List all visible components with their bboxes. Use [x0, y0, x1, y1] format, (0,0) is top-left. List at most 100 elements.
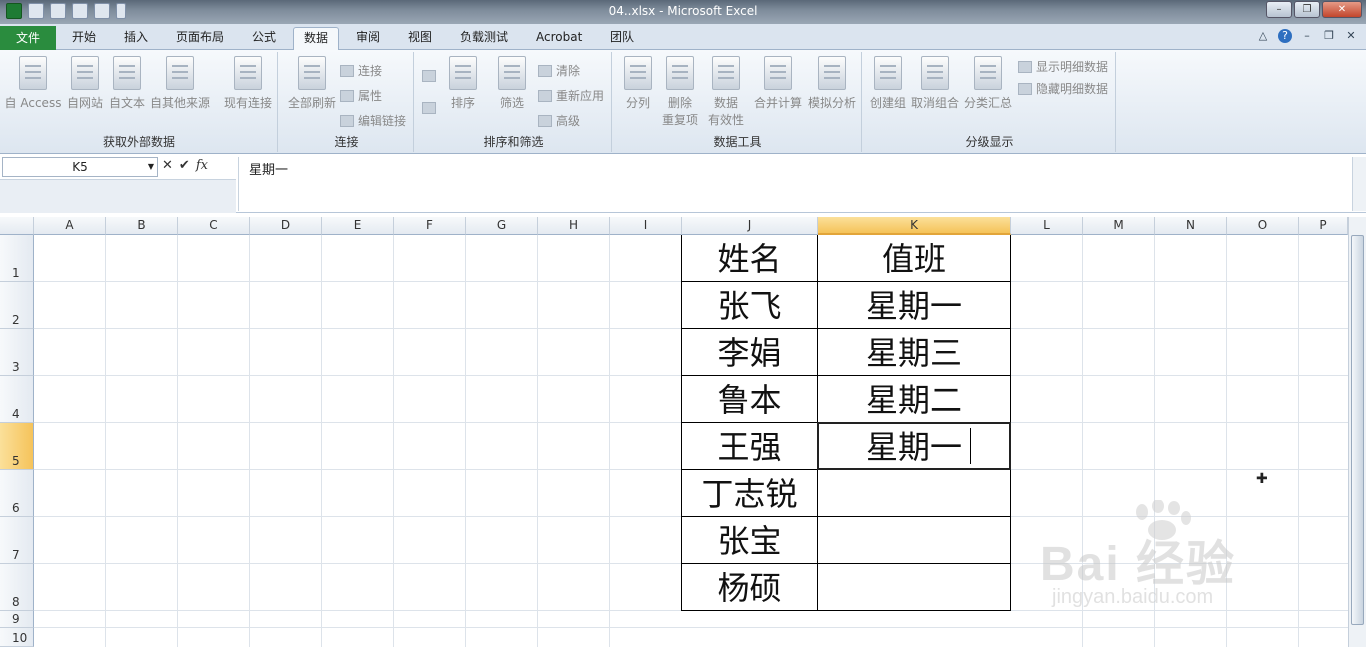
remove-duplicates-button[interactable]: 删除 重复项	[660, 54, 700, 128]
edit-links-button[interactable]: 编辑链接	[340, 112, 406, 129]
cell-k3[interactable]: 星期三	[818, 331, 1010, 375]
row-header-8[interactable]: 8	[0, 564, 34, 611]
tab-data[interactable]: 数据	[293, 27, 340, 51]
name-box-dropdown-icon[interactable]: ▼	[148, 158, 154, 176]
tab-acrobat[interactable]: Acrobat	[526, 27, 592, 50]
tab-view[interactable]: 视图	[398, 27, 442, 50]
tab-load-test[interactable]: 负载测试	[450, 27, 518, 50]
consolidate-button[interactable]: 合并计算	[752, 54, 804, 111]
formula-bar-expand-scroll[interactable]	[1352, 157, 1366, 211]
clear-filter-button[interactable]: 清除	[538, 62, 580, 79]
cell-k1[interactable]: 值班	[818, 237, 1010, 281]
cell-k8[interactable]	[818, 566, 1010, 610]
close-button[interactable]: ✕	[1322, 1, 1362, 18]
group-label-connections: 连接	[334, 135, 359, 149]
col-header-p[interactable]: P	[1299, 217, 1348, 235]
hide-detail-button[interactable]: 隐藏明细数据	[1018, 80, 1108, 97]
help-icon[interactable]: ?	[1278, 29, 1292, 43]
cell-k2[interactable]: 星期一	[818, 284, 1010, 328]
tab-insert[interactable]: 插入	[114, 27, 158, 50]
cell-j6[interactable]: 丁志锐	[682, 472, 817, 516]
col-header-l[interactable]: L	[1011, 217, 1083, 235]
cell-j2[interactable]: 张飞	[682, 284, 817, 328]
cell-j7[interactable]: 张宝	[682, 519, 817, 563]
col-header-m[interactable]: M	[1083, 217, 1155, 235]
tab-page-layout[interactable]: 页面布局	[166, 27, 234, 50]
close-workbook-icon[interactable]: ✕	[1344, 29, 1358, 43]
what-if-analysis-button[interactable]: 模拟分析	[806, 54, 858, 111]
group-label: 创建组	[869, 96, 906, 110]
cell-j4[interactable]: 鲁本	[682, 378, 817, 422]
group-button[interactable]: 创建组	[868, 54, 908, 111]
col-header-g[interactable]: G	[466, 217, 538, 235]
row-header-9[interactable]: 9	[0, 611, 34, 628]
sort-button[interactable]: 排序	[446, 54, 480, 111]
sort-ascending-button[interactable]	[422, 70, 436, 82]
formula-input[interactable]: 星期一	[238, 157, 1350, 211]
advanced-filter-button[interactable]: 高级	[538, 112, 580, 129]
col-header-e[interactable]: E	[322, 217, 394, 235]
col-header-f[interactable]: F	[394, 217, 466, 235]
cell-j3[interactable]: 李娟	[682, 331, 817, 375]
restore-workbook-icon[interactable]: ❐	[1322, 29, 1336, 43]
col-header-k[interactable]: K	[818, 217, 1011, 235]
sort-descending-button[interactable]	[422, 102, 436, 114]
col-header-o[interactable]: O	[1227, 217, 1299, 235]
cell-k4[interactable]: 星期二	[818, 378, 1010, 422]
data-validation-button[interactable]: 数据 有效性	[704, 54, 748, 128]
vertical-scrollbar[interactable]	[1348, 217, 1366, 647]
restore-button[interactable]: ❐	[1294, 1, 1320, 18]
refresh-all-button[interactable]: 全部刷新	[284, 54, 340, 111]
select-all-corner[interactable]	[0, 217, 34, 235]
existing-connections-button[interactable]: 现有连接	[220, 54, 276, 111]
tab-formulas[interactable]: 公式	[242, 27, 286, 50]
tab-file[interactable]: 文件	[0, 26, 56, 50]
ungroup-button[interactable]: 取消组合	[910, 54, 960, 111]
col-header-a[interactable]: A	[34, 217, 106, 235]
scrollbar-thumb[interactable]	[1351, 235, 1364, 625]
row-header-10[interactable]: 10	[0, 628, 34, 647]
from-other-sources-button[interactable]: 自其他来源	[148, 54, 212, 111]
enter-entry-icon[interactable]: ✔	[179, 158, 190, 173]
properties-button[interactable]: 属性	[340, 87, 382, 104]
cell-j8[interactable]: 杨硕	[682, 566, 817, 610]
row-number-3: 3	[12, 360, 20, 374]
filter-button[interactable]: 筛选	[494, 54, 530, 111]
tab-home[interactable]: 开始	[62, 27, 106, 50]
name-box[interactable]: K5 ▼	[2, 157, 158, 177]
show-detail-button[interactable]: 显示明细数据	[1018, 58, 1108, 75]
from-access-label: 自 Access	[4, 96, 62, 110]
col-header-d[interactable]: D	[250, 217, 322, 235]
cell-k7[interactable]	[818, 519, 1010, 563]
text-to-columns-button[interactable]: 分列	[620, 54, 656, 111]
col-header-n[interactable]: N	[1155, 217, 1227, 235]
insert-function-button[interactable]: fx	[196, 158, 208, 173]
minimize-workbook-icon[interactable]: –	[1300, 29, 1314, 43]
col-header-i[interactable]: I	[610, 217, 682, 235]
row-header-2[interactable]: 2	[0, 282, 34, 329]
cell-j1[interactable]: 姓名	[682, 237, 817, 281]
reapply-button[interactable]: 重新应用	[538, 87, 604, 104]
minimize-button[interactable]: –	[1266, 1, 1292, 18]
cancel-entry-icon[interactable]: ✕	[162, 158, 173, 173]
row-header-5[interactable]: 5	[0, 423, 34, 470]
row-header-3[interactable]: 3	[0, 329, 34, 376]
from-access-button[interactable]: 自 Access	[4, 54, 62, 111]
collapse-ribbon-icon[interactable]: △	[1256, 29, 1270, 43]
tab-review[interactable]: 审阅	[346, 27, 390, 50]
connections-button[interactable]: 连接	[340, 62, 382, 79]
row-header-6[interactable]: 6	[0, 470, 34, 517]
col-header-c[interactable]: C	[178, 217, 250, 235]
cell-j5[interactable]: 王强	[682, 425, 817, 469]
row-header-4[interactable]: 4	[0, 376, 34, 423]
col-header-b[interactable]: B	[106, 217, 178, 235]
col-header-j[interactable]: J	[682, 217, 818, 235]
cell-k6[interactable]	[818, 472, 1010, 516]
row-header-7[interactable]: 7	[0, 517, 34, 564]
row-header-1[interactable]: 1	[0, 235, 34, 282]
tab-team[interactable]: 团队	[600, 27, 644, 50]
from-text-button[interactable]: 自文本	[106, 54, 148, 111]
subtotal-button[interactable]: 分类汇总	[962, 54, 1014, 111]
col-header-h[interactable]: H	[538, 217, 610, 235]
from-web-button[interactable]: 自网站	[64, 54, 106, 111]
